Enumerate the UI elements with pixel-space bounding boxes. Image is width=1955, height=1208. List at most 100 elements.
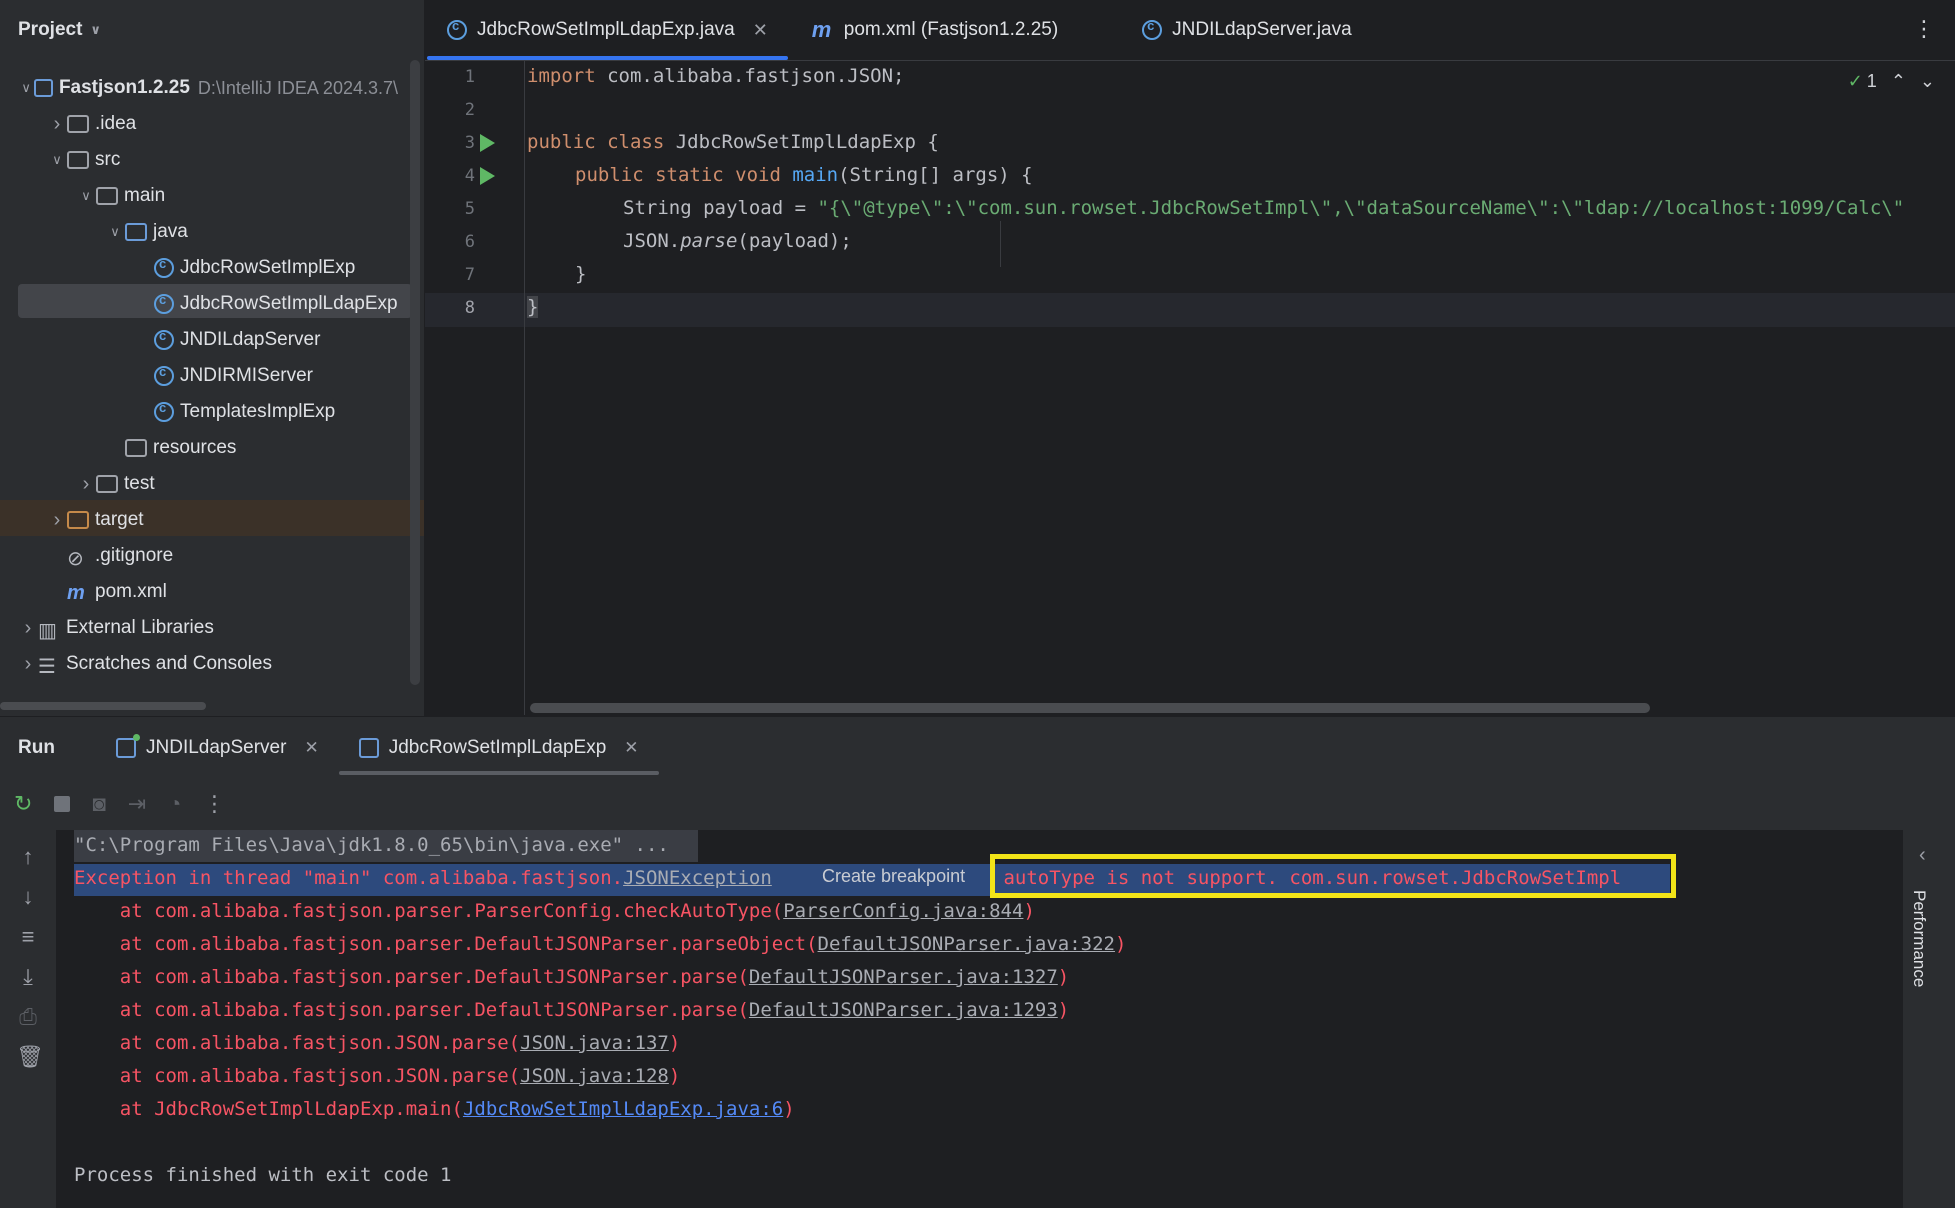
run-title: Run — [18, 737, 55, 758]
source-link[interactable]: ParserConfig.java:844 — [783, 900, 1023, 922]
annotation-highlight-box — [990, 854, 1676, 898]
camera-icon[interactable]: ◙ — [92, 791, 105, 817]
chevron-right-icon[interactable]: › — [47, 509, 67, 532]
tree-item-label: .idea — [95, 113, 137, 134]
tree-item[interactable]: resources — [105, 430, 236, 466]
close-icon[interactable]: ✕ — [304, 738, 318, 758]
resources-folder-icon — [125, 439, 147, 457]
source-link[interactable]: JSON.java:137 — [520, 1032, 669, 1054]
tree-item[interactable]: JdbcRowSetImplExp — [134, 250, 355, 286]
source-link[interactable]: DefaultJSONParser.java:322 — [818, 933, 1115, 955]
tree-item[interactable]: JdbcRowSetImplLdapExp — [134, 286, 398, 322]
application-icon — [116, 734, 140, 758]
chevron-down-icon[interactable]: ∨ — [105, 224, 125, 240]
line-number: 6 — [464, 232, 475, 252]
java-class-icon — [154, 292, 174, 314]
tree-item[interactable]: ∨ main — [76, 178, 165, 214]
tree-item[interactable]: › target — [47, 502, 144, 538]
inspection-widget[interactable]: ✓ 1 ⌃ ⌄ — [1848, 71, 1935, 92]
stop-icon[interactable] — [54, 796, 71, 812]
horizontal-scrollbar[interactable] — [530, 703, 1650, 713]
tree-item-label: TemplatesImplExp — [180, 401, 336, 422]
run-gutter-icon[interactable] — [480, 167, 495, 185]
chevron-down-icon[interactable]: ∨ — [76, 188, 96, 204]
chevron-left-icon[interactable]: ‹ — [1919, 844, 1926, 867]
soft-wrap-icon[interactable]: ≡ — [16, 924, 40, 950]
tree-item-label: JNDIRMIServer — [180, 365, 314, 386]
chevron-right-icon[interactable]: › — [18, 617, 38, 640]
close-icon[interactable]: ✕ — [753, 20, 768, 41]
tree-item-label: JdbcRowSetImplExp — [180, 257, 356, 278]
tab-pom-xml[interactable]: m pom.xml (Fastjson1.2.25) — [790, 0, 1080, 60]
tree-item[interactable]: ∨ java — [105, 214, 188, 250]
chevron-down-icon[interactable]: ∨ — [90, 22, 101, 38]
exception-class-link[interactable]: JSONException — [623, 867, 772, 889]
code-line-5: String payload = "{\"@type\":\"com.sun.r… — [623, 197, 1905, 219]
performance-side-panel[interactable]: ‹ Performance — [1903, 830, 1955, 1208]
chevron-right-icon[interactable]: › — [76, 473, 96, 496]
run-gutter-icon[interactable] — [480, 134, 495, 152]
tree-item-label: src — [95, 149, 121, 170]
arrow-up-icon[interactable]: ↑ — [16, 844, 40, 870]
source-link[interactable]: JSON.java:128 — [520, 1065, 669, 1087]
tree-item[interactable]: ∨ Fastjson1.2.25 D:\IntelliJ IDEA 2024.3.7… — [18, 70, 398, 106]
chevron-down-icon[interactable]: ⌄ — [1920, 71, 1935, 92]
vertical-scrollbar[interactable] — [410, 60, 420, 685]
horizontal-scrollbar[interactable] — [0, 702, 206, 710]
print-icon[interactable]: ⎙ — [16, 1004, 40, 1030]
source-folder-icon — [125, 223, 147, 241]
stack-frame: at com.alibaba.fastjson.parser.ParserCon… — [74, 900, 1035, 922]
run-tab-label: JNDILdapServer — [146, 737, 287, 758]
chevron-up-icon[interactable]: ⌃ — [1891, 71, 1906, 92]
stack-frame: at com.alibaba.fastjson.JSON.parse(JSON.… — [74, 1065, 681, 1087]
arrow-down-icon[interactable]: ↓ — [16, 884, 40, 910]
code-editor[interactable]: 1 2 3 4 5 6 7 8 import com.alibaba.fastjson.JSO… — [425, 61, 1955, 715]
close-icon[interactable]: ✕ — [624, 738, 638, 758]
more-options-icon[interactable]: ⋮ — [203, 791, 225, 817]
rerun-icon[interactable]: ↻ — [14, 791, 32, 817]
tree-item-label: resources — [153, 437, 237, 458]
chevron-right-icon[interactable]: › — [18, 653, 38, 676]
source-link[interactable]: DefaultJSONParser.java:1293 — [749, 999, 1058, 1021]
tab-label: JNDILdapServer.java — [1172, 19, 1352, 40]
tree-item[interactable]: JNDILdapServer — [134, 322, 320, 358]
chevron-right-icon[interactable]: › — [47, 113, 67, 136]
tree-item[interactable]: TemplatesImplExp — [134, 394, 335, 430]
code-line-7: } — [575, 263, 587, 285]
create-breakpoint-button[interactable]: Create breakpoint — [816, 866, 972, 887]
java-class-icon — [154, 364, 174, 386]
run-tab-jdbcrowsetimplldapexp[interactable]: JdbcRowSetImplLdapExp ✕ — [338, 717, 659, 779]
tree-item-label: .gitignore — [95, 545, 174, 566]
tree-item-label: JNDILdapServer — [180, 329, 321, 350]
exit-icon[interactable]: ⇥ — [128, 791, 146, 817]
tree-item[interactable]: ∨ src — [47, 142, 120, 178]
source-link[interactable]: JdbcRowSetImplLdapExp.java:6 — [463, 1098, 783, 1120]
run-tool-window-header: Run JNDILdapServer ✕ JdbcRowSetImplLdapE… — [0, 716, 1955, 779]
tree-item[interactable]: m pom.xml — [47, 574, 167, 610]
console-output[interactable]: "C:\Program Files\Java\jdk1.8.0_65\bin\j… — [56, 830, 1902, 1208]
module-path: D:\IntelliJ IDEA 2024.3.7\ — [197, 77, 398, 98]
trash-icon[interactable]: 🗑 — [16, 1044, 44, 1070]
chevron-down-icon[interactable]: ∨ — [18, 80, 34, 96]
more-options-icon[interactable]: ⋮ — [1913, 16, 1935, 42]
tab-label: JdbcRowSetImplLdapExp.java — [477, 19, 735, 40]
tree-item[interactable]: › ▥ External Libraries — [18, 610, 214, 646]
tab-jndildapserver[interactable]: JNDILdapServer.java — [1120, 0, 1374, 60]
source-link[interactable]: DefaultJSONParser.java:1327 — [749, 966, 1058, 988]
tree-item[interactable]: ⊘ .gitignore — [47, 538, 173, 574]
chevron-down-icon[interactable]: ∨ — [47, 152, 67, 168]
line-number: 5 — [464, 199, 475, 219]
profiler-icon[interactable]: ◔ — [168, 791, 181, 817]
tree-item[interactable]: › .idea — [47, 106, 137, 142]
project-panel-header[interactable]: Project ∨ — [0, 0, 424, 60]
scroll-to-end-icon[interactable]: ⤓ — [16, 964, 40, 990]
run-tab-jndildapserver[interactable]: JNDILdapServer ✕ — [96, 717, 339, 779]
tab-jdbcrowsetimplldapexp[interactable]: JdbcRowSetImplLdapExp.java ✕ — [425, 0, 790, 60]
tree-item[interactable]: › test — [76, 466, 155, 502]
line-number: 4 — [464, 166, 475, 186]
tree-item[interactable]: › ☰ Scratches and Consoles — [18, 646, 272, 682]
indent-guide — [1000, 221, 1001, 267]
tree-item[interactable]: JNDIRMIServer — [134, 358, 313, 394]
project-panel: Project ∨ ∨ Fastjson1.2.25 D:\IntelliJ IDE… — [0, 0, 425, 716]
excluded-folder-icon — [67, 511, 89, 529]
